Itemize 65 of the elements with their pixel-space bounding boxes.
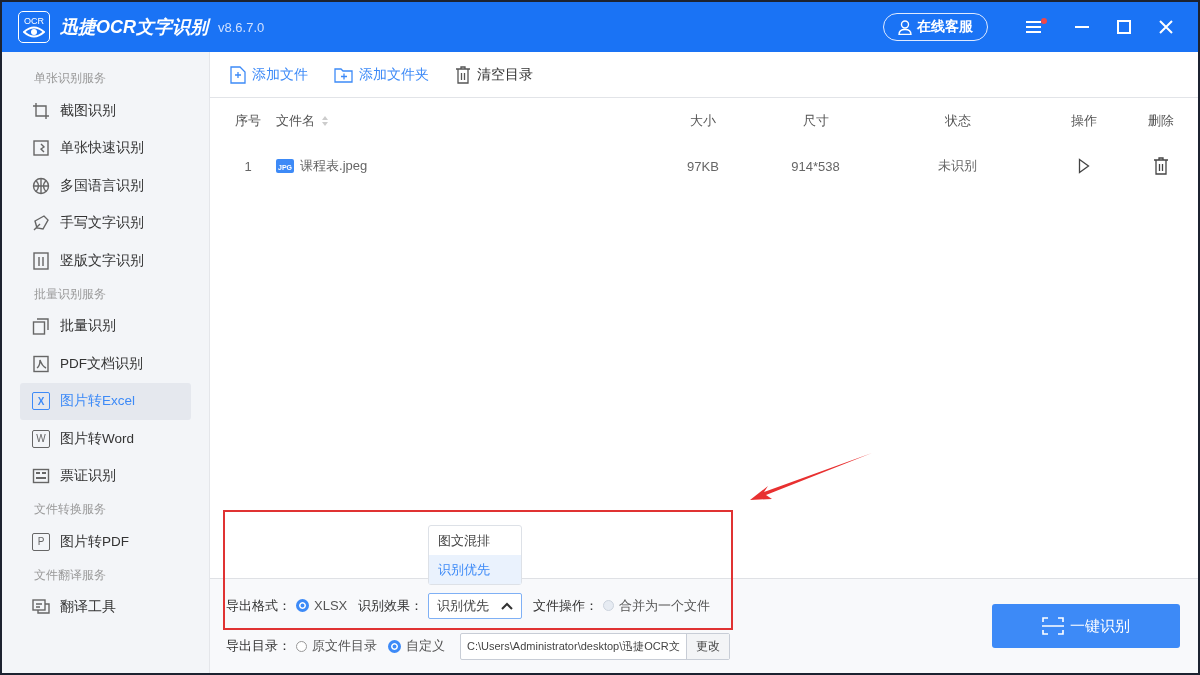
letter-icon: W bbox=[32, 429, 50, 448]
document-icon bbox=[32, 354, 50, 373]
status-cell-text: 未识别 bbox=[937, 157, 978, 175]
letter-icon: P bbox=[32, 532, 50, 551]
effect-dropdown[interactable]: 识别优先 bbox=[428, 592, 523, 619]
card-icon bbox=[32, 467, 50, 486]
sidebar-item[interactable]: 批量识别 bbox=[20, 307, 191, 345]
menu-icon[interactable] bbox=[1024, 18, 1048, 36]
sidebar-heading: 文件转换服务 bbox=[33, 501, 107, 518]
table-cell-text: 914*538 bbox=[790, 158, 841, 174]
sidebar-item[interactable]: 多国语言识别 bbox=[20, 167, 191, 205]
sidebar-item[interactable]: 单张快速识别 bbox=[20, 129, 191, 167]
close-icon[interactable] bbox=[1158, 19, 1174, 35]
add-folder-button[interactable]: 添加文件夹 bbox=[334, 65, 429, 84]
clear-list-button[interactable]: 清空目录 bbox=[455, 65, 533, 84]
radio-option[interactable]: XLSX bbox=[296, 598, 348, 613]
table-cell-text: 1 bbox=[243, 158, 253, 174]
sidebar-heading: 文件翻译服务 bbox=[33, 566, 107, 584]
crop-icon bbox=[32, 101, 50, 120]
option-label: 文件操作： bbox=[533, 596, 599, 615]
sidebar-item[interactable]: 竖版文字识别 bbox=[20, 242, 191, 280]
trash-icon bbox=[455, 65, 471, 84]
radio-option[interactable]: 原文件目录 bbox=[296, 637, 377, 655]
sidebar-heading: 单张识别服务 bbox=[33, 70, 107, 87]
sidebar-item[interactable]: 票证识别 bbox=[20, 457, 191, 495]
scan-icon bbox=[1042, 617, 1064, 635]
globe-icon bbox=[32, 176, 50, 195]
column-header: 序号 bbox=[234, 112, 262, 130]
sidebar-item[interactable]: 翻译工具 bbox=[20, 588, 191, 626]
delete-icon[interactable] bbox=[1153, 157, 1169, 175]
option-label: 导出目录： bbox=[226, 637, 291, 655]
pen-icon bbox=[32, 214, 50, 233]
play-icon[interactable] bbox=[1078, 158, 1090, 174]
stack-icon bbox=[32, 317, 50, 336]
maximize-icon[interactable] bbox=[1116, 19, 1132, 35]
version-text: v8.6.7.0 bbox=[218, 19, 265, 35]
add-folder-icon bbox=[334, 66, 353, 83]
sidebar-item[interactable]: 手写文字识别 bbox=[20, 204, 191, 242]
sidebar-heading: 批量识别服务 bbox=[33, 285, 107, 303]
add-file-icon bbox=[230, 65, 246, 84]
sidebar-item[interactable]: PDF文档识别 bbox=[20, 345, 191, 383]
dropdown-option[interactable]: 图文混排 bbox=[429, 525, 522, 555]
file-name: 课程表.jpeg bbox=[300, 157, 368, 175]
sidebar-item[interactable]: P 图片转PDF bbox=[20, 523, 191, 561]
column-header: 尺寸 bbox=[801, 112, 830, 130]
option-label: 导出格式： bbox=[226, 596, 291, 615]
radio-option[interactable]: 合并为一个文件 bbox=[603, 596, 711, 615]
caret-icon bbox=[501, 601, 514, 610]
chat-icon bbox=[32, 598, 50, 617]
columns-icon bbox=[32, 251, 50, 270]
option-label: 识别效果： bbox=[358, 596, 424, 615]
column-header: 删除 bbox=[1147, 112, 1175, 130]
column-header: 文件名 bbox=[276, 112, 650, 130]
sidebar-item[interactable]: W 图片转Word bbox=[20, 420, 191, 458]
image-icon bbox=[32, 139, 50, 158]
user-icon bbox=[898, 19, 912, 35]
letter-icon: X bbox=[32, 392, 50, 411]
table-cell-text: 97KB bbox=[686, 158, 720, 174]
column-header: 状态 bbox=[943, 112, 972, 130]
sidebar-item[interactable]: 截图识别 bbox=[20, 92, 191, 130]
radio-option[interactable]: 自定义 bbox=[388, 637, 445, 655]
add-file-button[interactable]: 添加文件 bbox=[230, 65, 308, 84]
logo-icon: OCR bbox=[18, 11, 50, 43]
column-header: 大小 bbox=[689, 112, 717, 130]
column-header: 操作 bbox=[1070, 112, 1098, 130]
